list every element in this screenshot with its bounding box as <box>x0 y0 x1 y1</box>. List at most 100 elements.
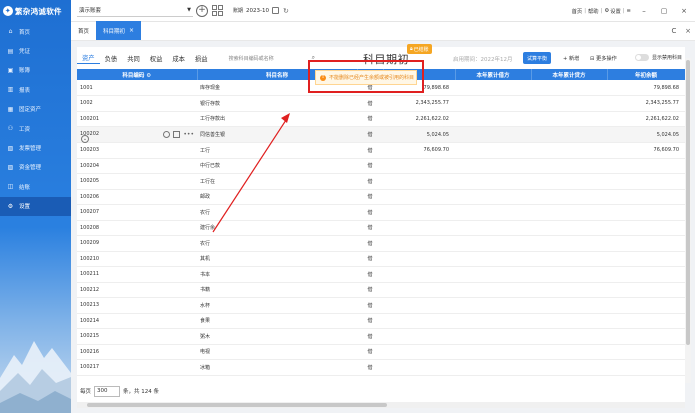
tab-home[interactable]: 首页 <box>71 21 96 40</box>
minimize-button[interactable]: – <box>637 7 651 15</box>
refresh-icon[interactable]: ↻ <box>283 7 289 15</box>
show-disabled-toggle[interactable]: 显示禁用科目 <box>635 54 682 61</box>
cell-c5 <box>455 297 531 314</box>
cell-c6 <box>531 220 607 236</box>
cell-c7: 79,898.68 <box>607 80 685 96</box>
sidebar-item-1[interactable]: ▤ 凭证 <box>0 41 71 60</box>
period-text: 启用期间：2022年12月 <box>453 57 513 63</box>
cell-c5 <box>455 251 531 267</box>
category-tab-5[interactable]: 损益 <box>190 52 213 64</box>
cell-c7 <box>607 297 685 314</box>
table-row[interactable]: 100212 书籍借 <box>77 282 685 298</box>
account-selector[interactable]: 演示账套 ▼ <box>77 4 193 17</box>
sidebar-item-label: 固定资产 <box>19 107 42 114</box>
sidebar-item-7[interactable]: ▨ 资金管理 <box>0 158 71 177</box>
link-settings[interactable]: 设置 <box>610 7 621 15</box>
sidebar-item-3[interactable]: ▥ 报表 <box>0 80 71 99</box>
search-input[interactable]: 搜索科目编码或名称 <box>229 53 311 64</box>
cell-c6 <box>531 95 607 112</box>
cell-c6 <box>531 204 607 221</box>
grid-apps-icon[interactable] <box>212 5 223 16</box>
cell-dir: 借 <box>357 220 383 236</box>
table-row[interactable]: 1002 银行存款借 2,343,255.77 2,343,255.77 <box>77 95 685 112</box>
sidebar-item-label: 账簿 <box>19 68 31 75</box>
table-row[interactable]: 100202 ••• 同信善生银借 5,024.05 5,024.05 <box>77 126 685 143</box>
tab-bar: 首页 科目期初 × C × <box>71 21 695 41</box>
sidebar-item-4[interactable]: ▦ 固定资产 <box>0 100 71 119</box>
annotation-box <box>308 60 424 93</box>
link-home[interactable]: 首页 <box>572 7 583 15</box>
table-row[interactable]: 100215 粥木借 <box>77 328 685 345</box>
close-tab-icon[interactable]: × <box>129 27 134 34</box>
cell-name: 工行在 <box>197 173 357 190</box>
table-row[interactable]: 100209 农行借 <box>77 235 685 252</box>
close-window-button[interactable]: × <box>677 7 691 15</box>
sidebar-item-6[interactable]: ▧ 发票管理 <box>0 138 71 157</box>
cell-dir: 借 <box>357 297 383 314</box>
cell-c7 <box>607 158 685 174</box>
brand-logo[interactable]: ✦ 繁杂鸿诚软件 <box>0 0 71 22</box>
cell-c6 <box>531 251 607 267</box>
table-row[interactable]: 100203 工行借 76,609.70 76,609.70 <box>77 142 685 159</box>
sidebar-item-8[interactable]: ◫ 结账 <box>0 177 71 196</box>
trial-balance-button[interactable]: 试算平衡 <box>523 52 552 64</box>
cell-c4 <box>383 344 455 360</box>
horizontal-scrollbar[interactable] <box>77 402 685 408</box>
add-circle-icon[interactable]: + <box>196 4 208 17</box>
col-credit-ytd: 本年累计贷方 <box>531 69 608 80</box>
maximize-button[interactable]: ▢ <box>657 7 671 15</box>
sidebar-item-label: 工资 <box>19 126 31 133</box>
collapse-row-icon[interactable]: ⌄ <box>81 135 89 143</box>
gear-icon[interactable]: ⚙ <box>604 8 609 14</box>
cell-dir: 借 <box>357 313 383 329</box>
period-value[interactable]: 2023-10 <box>246 8 269 14</box>
refresh-tab-icon[interactable]: C <box>667 27 681 35</box>
main-panel: 资产 负债 共同 权益 成本 损益 搜索科目编码或名称 ⌕ 科目期初 🔒︎ 已结账 启用期… <box>77 44 686 405</box>
close-all-tabs-icon[interactable]: × <box>681 27 695 35</box>
table-row[interactable]: 100205 工行在借 <box>77 173 685 190</box>
gear-icon[interactable]: ⚙ <box>146 73 151 79</box>
table-row[interactable]: 100207 农行借 <box>77 204 685 221</box>
more-actions-button[interactable]: ⊟ 更多操作 <box>590 55 617 62</box>
sidebar-item-9[interactable]: ⚙ 设置 <box>0 196 71 216</box>
cell-c7 <box>607 359 685 376</box>
table-row[interactable]: 100214 食果借 <box>77 313 685 329</box>
table-row[interactable]: 100208 建行余借 <box>77 220 685 236</box>
add-button[interactable]: + 新增 <box>563 55 579 62</box>
toggle-switch[interactable] <box>635 54 649 61</box>
home-icon: ⌂ <box>8 28 13 36</box>
menu-icon[interactable]: ≡ <box>627 8 631 14</box>
category-tab-4[interactable]: 成本 <box>167 52 190 64</box>
cell-code: 100210 <box>77 251 197 267</box>
table-row[interactable]: 100206 邮政借 <box>77 189 685 205</box>
sidebar-item-5[interactable]: ⚇ 工资 <box>0 119 71 138</box>
sidebar-item-2[interactable]: ▣ 账簿 <box>0 61 71 80</box>
calendar-icon[interactable] <box>272 7 279 14</box>
category-tab-0[interactable]: 资产 <box>77 52 100 64</box>
cell-c4 <box>383 235 455 252</box>
cell-name: 其机 <box>197 251 357 267</box>
edit-icon[interactable] <box>173 130 181 138</box>
table-row[interactable]: 100201 工行存款出借 2,261,622.02 2,261,622.02 <box>77 111 685 127</box>
table-row[interactable]: 100213 水杯借 <box>77 297 685 314</box>
cell-code: 1001 <box>77 80 197 96</box>
sidebar-item-label: 报表 <box>19 87 31 94</box>
table-row[interactable]: 100216 电视借 <box>77 344 685 360</box>
tab-subject-opening[interactable]: 科目期初 × <box>96 21 142 40</box>
table-row[interactable]: 100217 冰箱借 <box>77 359 685 376</box>
category-tab-1[interactable]: 负债 <box>100 52 123 64</box>
table-row[interactable]: 100204 中行已款借 <box>77 158 685 174</box>
table-row[interactable]: 100211 书本借 <box>77 266 685 283</box>
add-child-icon[interactable] <box>163 130 171 138</box>
category-tab-3[interactable]: 权益 <box>145 52 168 64</box>
period-label: 账期 <box>233 8 244 14</box>
col-code[interactable]: 科目编码 ⚙ <box>77 69 198 80</box>
page-size-input[interactable]: 300 <box>94 385 121 397</box>
vertical-scrollbar[interactable] <box>685 58 691 383</box>
category-tab-2[interactable]: 共同 <box>122 52 145 64</box>
more-icon[interactable]: ••• <box>183 131 194 138</box>
checkout-icon: ◫ <box>7 183 14 191</box>
table-row[interactable]: 100210 其机借 <box>77 251 685 267</box>
link-help[interactable]: 帮助 <box>588 7 599 15</box>
sidebar-item-0[interactable]: ⌂ 首页 <box>0 22 71 41</box>
